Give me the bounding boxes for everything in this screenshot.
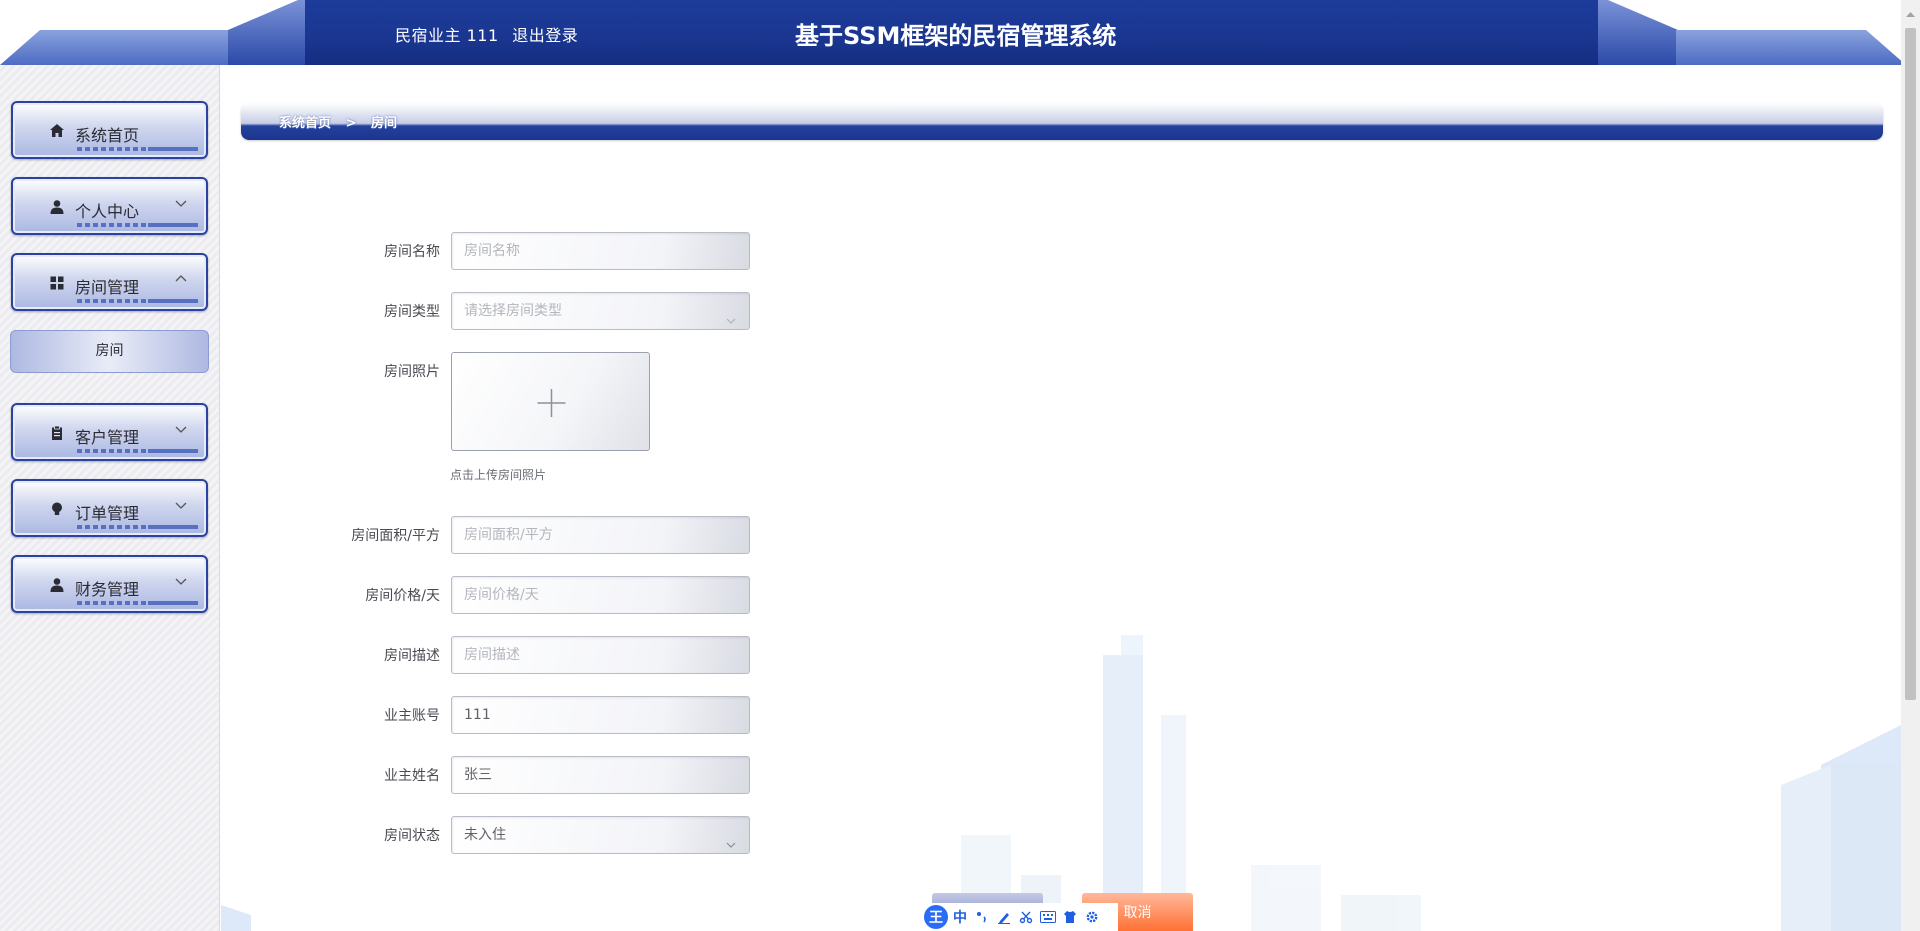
chevron-down-icon <box>174 573 188 587</box>
room-type-placeholder: 请选择房间类型 <box>464 303 562 319</box>
scissors-icon[interactable] <box>1016 906 1036 928</box>
chevron-down-icon <box>174 195 188 209</box>
header-user-area: 民宿业主 111 退出登录 <box>395 22 586 46</box>
menu-decoration <box>77 449 198 453</box>
header-decoration-slant-left <box>228 0 308 65</box>
ime-logo[interactable]: 王 <box>924 905 948 929</box>
chevron-down-icon <box>174 421 188 435</box>
room-photo-hint: 点击上传房间照片 <box>450 468 547 482</box>
menu-decoration <box>77 601 198 605</box>
sidebar-item-label: 个人中心 <box>75 202 140 221</box>
gear-icon[interactable] <box>1082 906 1102 928</box>
menu-decoration <box>77 525 198 529</box>
top-header: 民宿业主 111 退出登录 基于SSM框架的民宿管理系统 <box>0 0 1920 65</box>
menu-decoration <box>77 299 198 303</box>
skin-icon[interactable] <box>1060 906 1080 928</box>
owner-account-label: 业主账号 <box>384 708 440 724</box>
sidebar-item-label: 财务管理 <box>75 580 140 599</box>
sidebar-subitem-room[interactable]: 房间 <box>10 330 209 373</box>
sidebar-item-label: 订单管理 <box>75 504 140 523</box>
person-icon <box>48 576 66 594</box>
ime-mode-toggle[interactable]: 中 <box>950 906 970 928</box>
owner-account-input[interactable]: 111 <box>451 696 750 734</box>
page-title: 基于SSM框架的民宿管理系统 <box>795 22 1117 50</box>
sidebar-item-label: 客户管理 <box>75 428 140 447</box>
chevron-down-icon <box>725 829 737 848</box>
bulb-icon <box>48 500 66 518</box>
menu-decoration <box>77 147 198 151</box>
room-area-input[interactable]: 房间面积/平方 <box>451 516 750 554</box>
owner-name-input[interactable]: 张三 <box>451 756 750 794</box>
room-price-label: 房间价格/天 <box>365 588 440 604</box>
plus-icon <box>537 389 566 417</box>
chevron-up-icon <box>174 271 188 285</box>
room-type-select[interactable]: 请选择房间类型 <box>451 292 750 330</box>
chevron-down-icon <box>174 497 188 511</box>
sidebar-item-home[interactable]: 系统首页 <box>11 101 208 159</box>
main-content: 系统首页 > 房间 房间名称 房间名称 房间类型 请选择房间类型 房间照片 点击… <box>221 65 1901 931</box>
breadcrumb-current: 房间 <box>370 116 397 131</box>
room-photo-upload[interactable] <box>451 352 650 451</box>
sidebar-item-customer-management[interactable]: 客户管理 <box>11 403 208 461</box>
room-status-label: 房间状态 <box>384 828 440 844</box>
room-type-label: 房间类型 <box>384 304 440 320</box>
scroll-up-icon[interactable] <box>1905 4 1916 17</box>
sidebar-item-order-management[interactable]: 订单管理 <box>11 479 208 537</box>
room-description-input[interactable]: 房间描述 <box>451 636 750 674</box>
background-illustration <box>221 635 1901 931</box>
room-name-label: 房间名称 <box>384 244 440 260</box>
logout-link[interactable]: 退出登录 <box>512 26 578 45</box>
header-decoration-right <box>1676 30 1906 65</box>
header-decoration-left <box>0 30 240 65</box>
room-description-label: 房间描述 <box>384 648 440 664</box>
clipboard-icon <box>48 424 66 442</box>
pen-icon[interactable] <box>994 906 1014 928</box>
room-photo-label: 房间照片 <box>384 364 440 380</box>
breadcrumb: 系统首页 > 房间 <box>279 112 397 131</box>
current-user-label: 民宿业主 111 <box>395 26 499 45</box>
sidebar-item-label: 系统首页 <box>75 126 140 145</box>
breadcrumb-bar: 系统首页 > 房间 <box>241 103 1883 140</box>
grid-icon <box>48 274 66 292</box>
page-scrollbar[interactable] <box>1901 0 1920 931</box>
person-icon <box>48 198 66 216</box>
sidebar-item-finance-management[interactable]: 财务管理 <box>11 555 208 613</box>
sidebar: 系统首页 个人中心 房间管理 房间 客户管理 订单管理 财务管理 <box>0 65 220 931</box>
breadcrumb-separator: > <box>345 116 357 131</box>
home-icon <box>48 122 66 140</box>
ime-toolbar: 王 中 <box>922 903 1118 931</box>
room-price-input[interactable]: 房间价格/天 <box>451 576 750 614</box>
room-status-value: 未入住 <box>464 827 506 843</box>
room-area-label: 房间面积/平方 <box>351 528 440 544</box>
scrollbar-thumb[interactable] <box>1905 28 1916 700</box>
header-decoration-slant-right <box>1598 0 1678 65</box>
punctuation-icon[interactable] <box>972 906 992 928</box>
breadcrumb-home-link[interactable]: 系统首页 <box>279 116 331 131</box>
chevron-down-icon <box>725 305 737 324</box>
room-status-select[interactable]: 未入住 <box>451 816 750 854</box>
owner-name-label: 业主姓名 <box>384 768 440 784</box>
sidebar-item-room-management[interactable]: 房间管理 <box>11 253 208 311</box>
menu-decoration <box>77 223 198 227</box>
keyboard-icon[interactable] <box>1038 906 1058 928</box>
room-name-input[interactable]: 房间名称 <box>451 232 750 270</box>
sidebar-item-label: 房间管理 <box>75 278 140 297</box>
sidebar-item-personal-center[interactable]: 个人中心 <box>11 177 208 235</box>
